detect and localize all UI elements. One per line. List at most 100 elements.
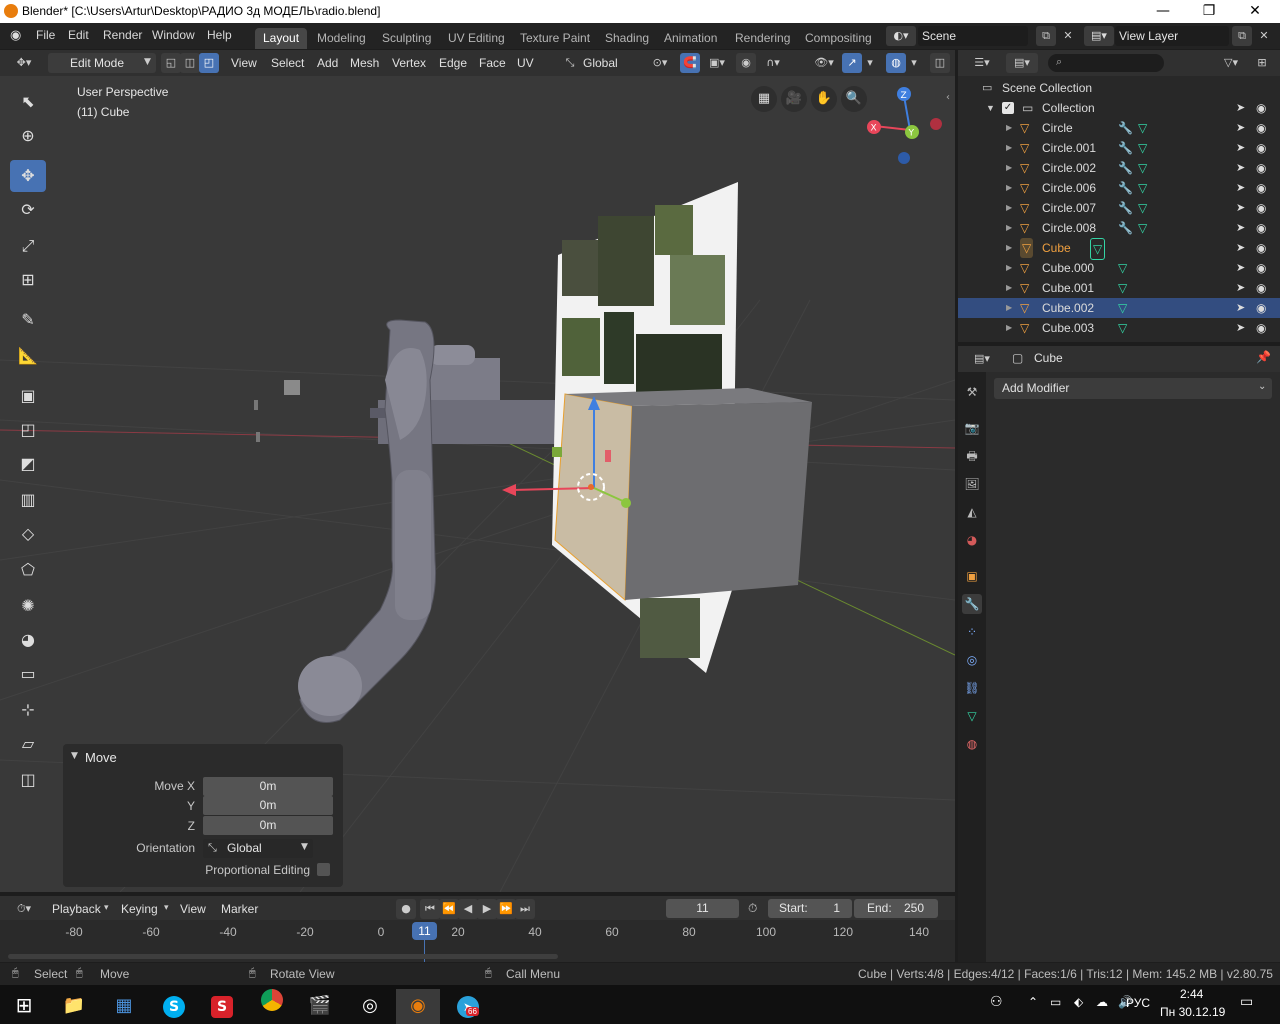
mesh-data-icon[interactable]: ▽: [1138, 138, 1147, 158]
measure-icon[interactable]: 📐: [10, 340, 46, 372]
constraints-tab-icon[interactable]: ⛓: [962, 678, 982, 698]
falloff-icon[interactable]: ∩▾: [758, 53, 788, 73]
file-explorer-icon[interactable]: 📁: [52, 989, 96, 1024]
current-frame-field[interactable]: 11: [666, 899, 739, 918]
stopwatch-icon[interactable]: ⏱: [748, 901, 757, 916]
eye-icon[interactable]: ◉: [1256, 238, 1266, 258]
object-name[interactable]: Cube.003: [1042, 318, 1094, 338]
proportional-edit-icon[interactable]: ◉: [736, 53, 756, 73]
menu-render[interactable]: Render: [103, 28, 142, 42]
xray-toggle-icon[interactable]: ◫: [930, 53, 950, 73]
object-name[interactable]: Circle.006: [1042, 178, 1096, 198]
gizmo-chevron-down-icon[interactable]: ▾: [863, 53, 877, 73]
scene-field[interactable]: Scene: [918, 26, 1028, 46]
modifier-wrench-icon[interactable]: 🔧: [1118, 118, 1133, 138]
world-tab-icon[interactable]: ◕: [962, 530, 982, 550]
rotate-icon[interactable]: ⟳: [10, 194, 46, 226]
inset-icon[interactable]: ◰: [10, 414, 46, 446]
menu-uv[interactable]: UV: [512, 53, 539, 73]
filter-icon[interactable]: ▽▾: [1216, 53, 1246, 73]
tab-modeling[interactable]: Modeling: [309, 28, 374, 49]
outliner-object-row[interactable]: ▶ ▽ Cube.002 ▽ ➤ ◉: [958, 298, 1280, 318]
blender-menu-icon[interactable]: ◉: [10, 28, 21, 43]
selectable-arrow-icon[interactable]: ➤: [1236, 298, 1245, 318]
menu-select[interactable]: Select: [266, 53, 309, 73]
vertex-select-icon[interactable]: ◱: [161, 53, 181, 73]
axis-navigation-gizmo[interactable]: Z X Y: [862, 82, 952, 172]
move-z-field[interactable]: 0m: [203, 816, 333, 835]
material-tab-icon[interactable]: ◍: [962, 734, 982, 754]
outliner-object-row[interactable]: ▶ ▽ Circle 🔧 ▽ ➤ ◉: [958, 118, 1280, 138]
menu-view[interactable]: View: [226, 53, 262, 73]
move-y-field[interactable]: 0m: [203, 796, 333, 815]
selectable-arrow-icon[interactable]: ➤: [1236, 278, 1245, 298]
mesh-data-icon[interactable]: ▽: [1118, 258, 1127, 278]
mesh-data-tab-icon[interactable]: ▽: [962, 706, 982, 726]
selectable-arrow-icon[interactable]: ➤: [1236, 98, 1245, 118]
move-icon[interactable]: ✥: [10, 160, 46, 192]
selectable-arrow-icon[interactable]: ➤: [1236, 198, 1245, 218]
tab-uv-editing[interactable]: UV Editing: [440, 28, 513, 49]
mesh-data-icon[interactable]: ▽: [1138, 218, 1147, 238]
maximize-button[interactable]: ❐: [1186, 0, 1232, 23]
timeline-editor-type-icon[interactable]: ⏱▾: [8, 899, 40, 919]
face-select-icon[interactable]: ◰: [199, 53, 219, 73]
pan-hand-icon[interactable]: ✋: [811, 86, 837, 112]
grid-view-icon[interactable]: ▦: [751, 86, 777, 112]
eye-icon[interactable]: ◉: [1256, 298, 1266, 318]
loop-cut-icon[interactable]: ▥: [10, 484, 46, 516]
selectable-arrow-icon[interactable]: ➤: [1236, 158, 1245, 178]
object-name[interactable]: Circle.002: [1042, 158, 1096, 178]
expand-arrow-icon[interactable]: ▶: [1006, 178, 1012, 198]
shrink-fatten-icon[interactable]: ⊹: [10, 694, 46, 726]
onedrive-icon[interactable]: ☁: [1096, 995, 1108, 1009]
outliner-object-row[interactable]: ▶ ▽ Circle.001 🔧 ▽ ➤ ◉: [958, 138, 1280, 158]
spin-icon[interactable]: ✺: [10, 590, 46, 622]
output-tab-icon[interactable]: 🖶: [962, 446, 982, 466]
mesh-data-icon[interactable]: ▽: [1138, 178, 1147, 198]
eye-icon[interactable]: ◉: [1256, 318, 1266, 338]
object-name[interactable]: Circle.008: [1042, 218, 1096, 238]
modifier-wrench-icon[interactable]: 🔧: [1118, 198, 1133, 218]
menu-face[interactable]: Face: [474, 53, 511, 73]
snap-target-icon[interactable]: ▣▾: [702, 53, 732, 73]
expand-arrow-icon[interactable]: ▶: [1006, 278, 1012, 298]
outliner-object-row[interactable]: ▶ ▽ Circle.007 🔧 ▽ ➤ ◉: [958, 198, 1280, 218]
tab-shading[interactable]: Shading: [597, 28, 657, 49]
orientation-select[interactable]: Global: [578, 53, 636, 73]
scene-collection-row[interactable]: ▭ Scene Collection: [958, 78, 1280, 98]
scene-type-icon[interactable]: ◐▾: [886, 26, 916, 46]
clock-time[interactable]: 2:44: [1180, 987, 1203, 1001]
timeline-ruler[interactable]: -80 -60 -40 -20 0 20 40 60 80 100 120 14…: [0, 920, 955, 962]
object-name[interactable]: Circle: [1042, 118, 1073, 138]
expand-arrow-icon[interactable]: ▶: [1006, 238, 1012, 258]
view-layer-tab-icon[interactable]: 🖼: [962, 474, 982, 494]
tab-compositing[interactable]: Compositing: [797, 28, 880, 49]
menu-vertex[interactable]: Vertex: [387, 53, 431, 73]
render-tab-icon[interactable]: 📷: [962, 418, 982, 438]
mesh-data-icon[interactable]: ▽: [1090, 238, 1106, 260]
menu-timeline-view[interactable]: View: [175, 899, 211, 919]
expand-arrow-icon[interactable]: ▶: [1006, 298, 1012, 318]
calculator-icon[interactable]: ▦: [102, 989, 146, 1024]
expand-arrow-icon[interactable]: ▶: [1006, 118, 1012, 138]
eye-icon[interactable]: ◉: [1256, 218, 1266, 238]
people-icon[interactable]: ⚇: [990, 994, 1003, 1010]
scene-copy-icon[interactable]: ⧉: [1036, 26, 1056, 46]
scale-icon[interactable]: ⤢: [10, 230, 46, 262]
annotate-icon[interactable]: ✎: [10, 304, 46, 336]
tool-settings-tab-icon[interactable]: ⚒: [962, 382, 982, 402]
poly-build-icon[interactable]: ⬠: [10, 554, 46, 586]
selectable-arrow-icon[interactable]: ➤: [1236, 218, 1245, 238]
action-center-icon[interactable]: ▭: [1240, 994, 1253, 1010]
start-frame-field[interactable]: Start: 1: [768, 899, 852, 918]
expand-arrow-icon[interactable]: ▶: [1006, 198, 1012, 218]
selectable-arrow-icon[interactable]: ➤: [1236, 258, 1245, 278]
blender-taskbar-icon[interactable]: ◉: [396, 989, 440, 1024]
menu-edit[interactable]: Edit: [68, 28, 89, 42]
outliner-object-row[interactable]: ▶ ▽ Circle.006 🔧 ▽ ➤ ◉: [958, 178, 1280, 198]
expand-arrow-icon[interactable]: ▶: [1006, 218, 1012, 238]
play-icon[interactable]: ▶: [477, 899, 497, 919]
bevel-icon[interactable]: ◩: [10, 448, 46, 480]
modifier-tab-icon[interactable]: 🔧: [962, 594, 982, 614]
